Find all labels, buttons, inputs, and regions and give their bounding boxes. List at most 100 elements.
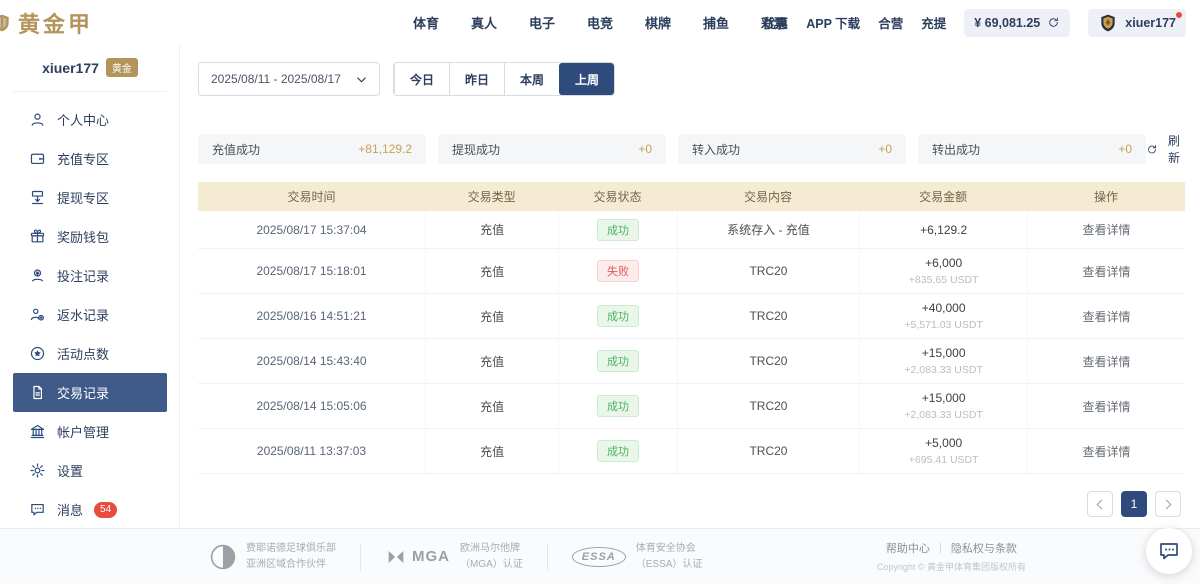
sidebar-item-icon: [29, 306, 46, 323]
sidebar-user: xiuer177 黄金: [13, 45, 167, 92]
summary-value: +0: [1118, 142, 1132, 156]
status-badge: 成功: [597, 350, 639, 372]
cell-action: 查看详情: [1027, 249, 1185, 293]
sidebar-item[interactable]: 活动点数: [13, 334, 167, 373]
period-tab[interactable]: 今日: [394, 63, 449, 95]
sidebar-item[interactable]: 奖励钱包: [13, 217, 167, 256]
message-count-badge: 54: [94, 502, 117, 518]
sidebar-item[interactable]: 充值专区: [13, 139, 167, 178]
transactions-table: 交易时间 交易类型 交易状态 交易内容 交易金额 操作 2025/08/17 1…: [198, 182, 1185, 474]
amount-main: +6,000: [860, 256, 1027, 270]
amount-main: +15,000: [860, 346, 1027, 360]
user-menu[interactable]: xiuer177: [1088, 9, 1186, 37]
summary-value: +81,129.2: [358, 142, 412, 156]
current-page[interactable]: 1: [1121, 491, 1147, 517]
prev-page-button[interactable]: [1087, 491, 1113, 517]
chat-bubble-icon: [1157, 539, 1181, 563]
period-tab[interactable]: 本周: [504, 63, 559, 95]
refresh-balance-icon[interactable]: [1047, 16, 1060, 29]
refresh-button[interactable]: 刷新: [1146, 132, 1185, 166]
cell-amount: +5,000 +695.41 USDT: [859, 429, 1027, 473]
header-link[interactable]: APP 下载: [806, 13, 860, 32]
view-details-link[interactable]: 查看详情: [1028, 263, 1185, 280]
summary-pill: 转出成功 +0: [918, 134, 1146, 164]
cell-time: 2025/08/17 15:37:04: [198, 211, 425, 248]
table-row: 2025/08/11 13:37:03 充值 成功 TRC20 +5,000 +…: [198, 429, 1185, 474]
nav-item[interactable]: 真人: [471, 13, 497, 32]
view-details-link[interactable]: 查看详情: [1028, 308, 1185, 325]
amount-main: +5,000: [860, 436, 1027, 450]
sidebar-item-label: 返水记录: [57, 305, 109, 324]
cell-amount: +15,000 +2,083.33 USDT: [859, 384, 1027, 428]
header-link[interactable]: 合营: [878, 13, 903, 32]
sidebar-item[interactable]: 交易记录: [13, 373, 167, 412]
header-username: xiuer177: [1125, 16, 1176, 30]
amount-usdt: +5,571.03 USDT: [860, 319, 1027, 331]
view-details-link[interactable]: 查看详情: [1028, 221, 1185, 238]
status-badge: 成功: [597, 219, 639, 241]
sidebar-item[interactable]: 帐户管理: [13, 412, 167, 451]
cell-action: 查看详情: [1027, 211, 1185, 248]
view-details-link[interactable]: 查看详情: [1028, 398, 1185, 415]
cell-content: TRC20: [677, 384, 860, 428]
cell-action: 查看详情: [1027, 294, 1185, 338]
sidebar-item-icon: [29, 423, 46, 440]
sidebar-item[interactable]: 个人中心: [13, 100, 167, 139]
sidebar-item-icon: [29, 189, 46, 206]
cert-feyenoord: 费耶诺德足球俱乐部 亚洲区域合作伙伴: [210, 541, 336, 573]
chevron-down-icon: [354, 72, 369, 87]
table-row: 2025/08/16 14:51:21 充值 成功 TRC20 +40,000 …: [198, 294, 1185, 339]
cell-content: TRC20: [677, 339, 860, 383]
view-details-link[interactable]: 查看详情: [1028, 443, 1185, 460]
status-badge: 成功: [597, 440, 639, 462]
refresh-icon: [1146, 143, 1158, 156]
footer-right: 帮助中心 隐私权与条款 Copyright © 黄金甲体育集团版权所有: [877, 540, 1026, 573]
next-page-button[interactable]: [1155, 491, 1181, 517]
sidebar-item[interactable]: 消息 54: [13, 490, 167, 529]
nav-item[interactable]: 体育: [413, 13, 439, 32]
status-badge: 成功: [597, 395, 639, 417]
header-link[interactable]: 充提: [921, 13, 946, 32]
amount-usdt: +2,083.33 USDT: [860, 364, 1027, 376]
header-right: 优惠APP 下载合营充提 ¥ 69,081.25 xiuer177: [763, 9, 1186, 37]
header-links: 优惠APP 下载合营充提: [763, 13, 946, 32]
nav-item[interactable]: 彩票: [761, 13, 787, 32]
privacy-terms-link[interactable]: 隐私权与条款: [951, 540, 1017, 556]
summary-row: 充值成功 +81,129.2 提现成功 +0 转入成功 +0 转出成功: [198, 132, 1185, 166]
balance-pill[interactable]: ¥ 69,081.25: [964, 9, 1070, 37]
nav-item[interactable]: 电竞: [587, 13, 613, 32]
cell-content: TRC20: [677, 429, 860, 473]
period-tab[interactable]: 上周: [559, 63, 614, 95]
sidebar-item[interactable]: 设置: [13, 451, 167, 490]
nav-item[interactable]: 电子: [529, 13, 555, 32]
col-amount: 交易金额: [859, 188, 1027, 205]
site-logo[interactable]: 黄金甲: [0, 7, 93, 39]
sidebar-item[interactable]: 提现专区: [13, 178, 167, 217]
period-tab[interactable]: 昨日: [449, 63, 504, 95]
avatar: [1098, 13, 1118, 33]
cert-essa: ESSA 体育安全协会 （ESSA）认证: [572, 541, 703, 573]
customer-service-button[interactable]: [1146, 528, 1192, 574]
cell-content: TRC20: [677, 249, 860, 293]
cell-amount: +40,000 +5,571.03 USDT: [859, 294, 1027, 338]
sidebar-item-label: 活动点数: [57, 344, 109, 363]
sidebar-item[interactable]: 投注记录: [13, 256, 167, 295]
cell-status: 失败: [558, 249, 676, 293]
summary-label: 提现成功: [452, 141, 500, 158]
col-content: 交易内容: [677, 188, 860, 205]
view-details-link[interactable]: 查看详情: [1028, 353, 1185, 370]
date-range-select[interactable]: 2025/08/11 - 2025/08/17: [198, 62, 380, 96]
help-center-link[interactable]: 帮助中心: [886, 540, 930, 556]
amount-main: +6,129.2: [860, 223, 1027, 237]
table-header: 交易时间 交易类型 交易状态 交易内容 交易金额 操作: [198, 182, 1185, 211]
mga-logo-icon: [385, 546, 407, 568]
top-header: 黄金甲 体育 真人 电子 电竞 棋牌 捕鱼 彩票 优惠APP 下载合营充提 ¥ 69,081…: [0, 0, 1200, 45]
amount-usdt: +835.65 USDT: [860, 274, 1027, 286]
sidebar-item-icon: [29, 111, 46, 128]
col-type: 交易类型: [425, 188, 558, 205]
nav-item[interactable]: 棋牌: [645, 13, 671, 32]
sidebar-item-label: 设置: [57, 461, 83, 480]
nav-item[interactable]: 捕鱼: [703, 13, 729, 32]
sidebar-item[interactable]: 返水记录: [13, 295, 167, 334]
cell-type: 充值: [425, 211, 558, 248]
